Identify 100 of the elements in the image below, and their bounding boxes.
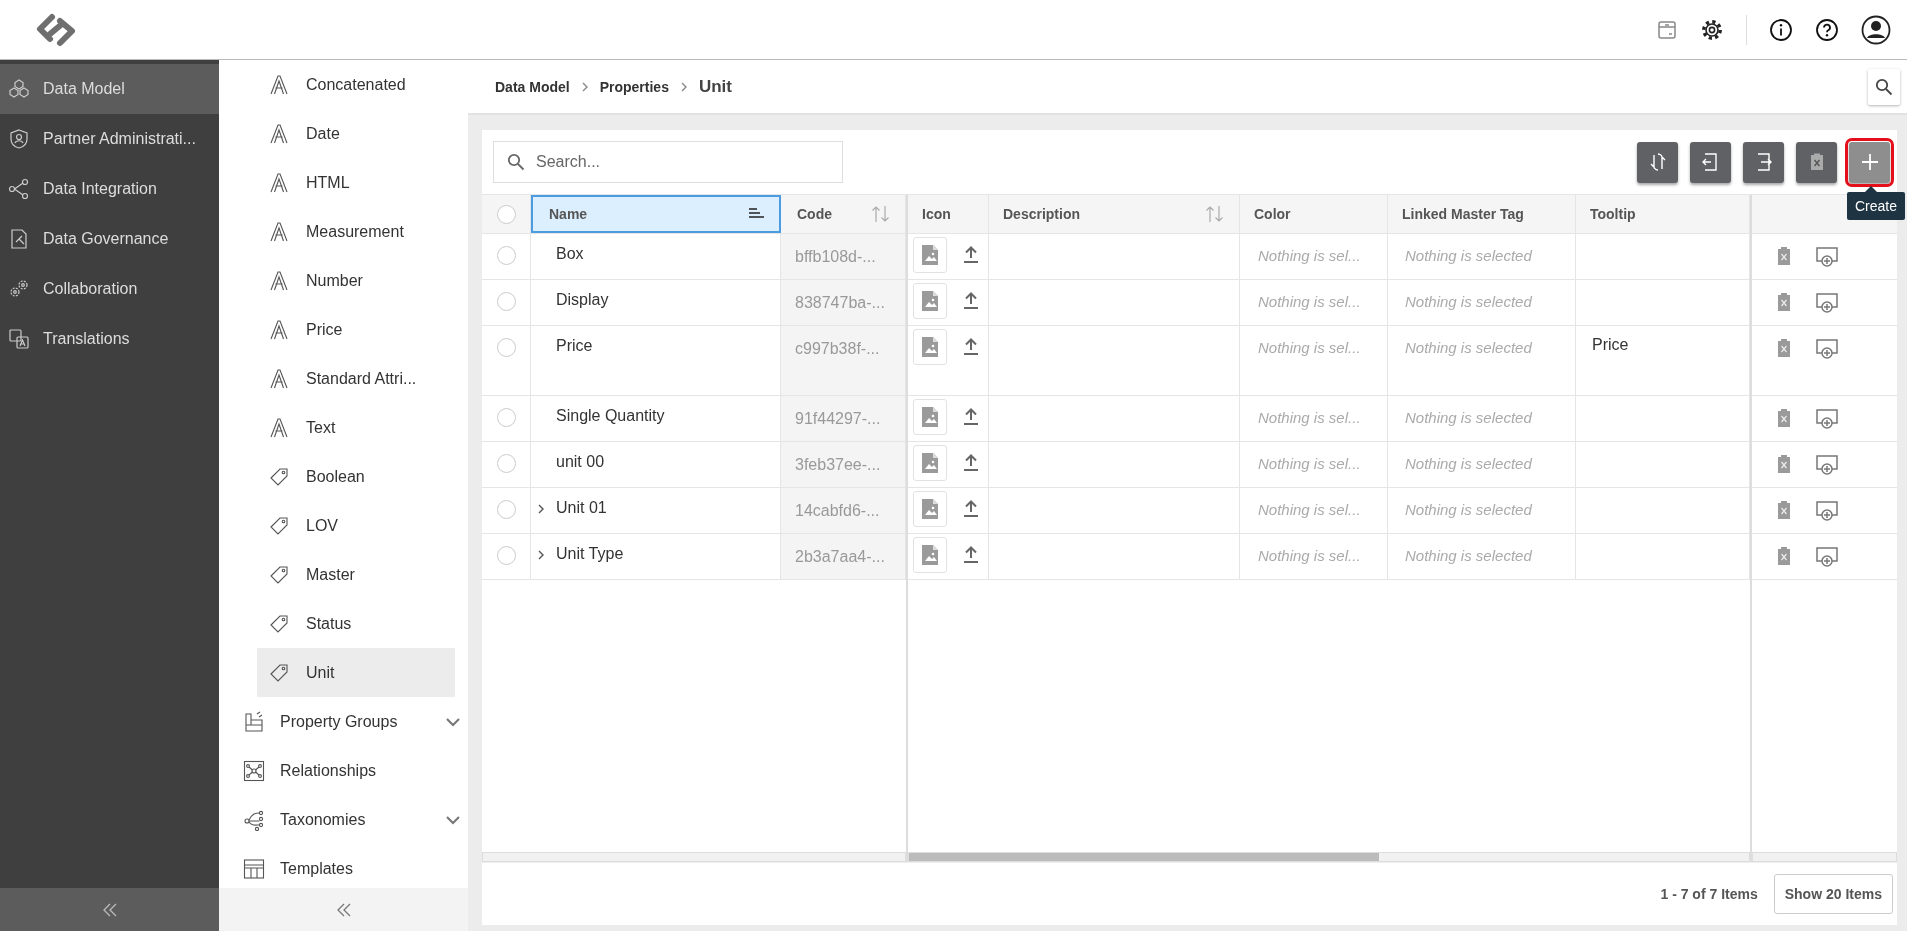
horizontal-scrollbar[interactable] [908, 852, 1750, 862]
column-header[interactable]: Icon [908, 195, 989, 233]
upload-button[interactable] [963, 291, 979, 309]
nav-item[interactable]: Data Model [0, 64, 219, 114]
delete-button[interactable] [1796, 141, 1837, 183]
letter-a-icon [268, 220, 290, 243]
upload-icon [963, 245, 979, 263]
search-field[interactable]: Search... [493, 141, 843, 183]
breadcrumb-item[interactable]: Data Model [495, 78, 570, 95]
upload-button[interactable] [963, 453, 979, 471]
logo-icon [34, 11, 78, 48]
delete-row-button[interactable] [1777, 246, 1791, 266]
table-cell: Box [556, 245, 584, 263]
clipboard-delete-icon [1777, 292, 1791, 312]
sidebar-item[interactable]: LOV [257, 501, 455, 550]
table-cell: c997b38f-... [795, 340, 880, 358]
select-all-checkbox[interactable] [496, 204, 516, 224]
delete-row-button[interactable] [1777, 454, 1791, 474]
monitor-plus-icon [1815, 408, 1839, 430]
sidebar-item[interactable]: Boolean [257, 452, 455, 501]
add-child-button[interactable] [1815, 292, 1839, 314]
table-cell: Unit 01 [556, 499, 607, 517]
upload-button[interactable] [963, 407, 979, 425]
nav-item[interactable]: Data Integration [0, 164, 219, 214]
sidebar-item[interactable]: Text [257, 403, 455, 452]
upload-button[interactable] [963, 499, 979, 517]
collapse-icon [101, 902, 118, 917]
add-child-button[interactable] [1815, 546, 1839, 568]
nav-item[interactable]: Translations [0, 314, 219, 364]
image-placeholder-button[interactable] [913, 445, 947, 481]
table-cell: Unit Type [556, 545, 624, 563]
page-size-button[interactable]: Show 20 Items [1773, 874, 1893, 914]
column-header[interactable]: Tooltip [1576, 195, 1750, 233]
sidebar-item[interactable]: Relationships [219, 746, 464, 795]
image-placeholder-button[interactable] [913, 537, 947, 573]
image-placeholder-button[interactable] [913, 491, 947, 527]
upload-button[interactable] [963, 545, 979, 563]
row-checkbox[interactable] [496, 246, 516, 265]
image-placeholder-button[interactable] [913, 237, 947, 273]
sidebar-item[interactable]: Unit [257, 648, 455, 697]
shield-icon [8, 128, 30, 150]
image-file-icon [921, 244, 939, 266]
table-cell: Display [556, 291, 609, 309]
sync-button[interactable] [1637, 141, 1678, 183]
row-checkbox[interactable] [496, 292, 516, 311]
delete-row-button[interactable] [1777, 500, 1791, 520]
clipboard-delete-icon [1777, 408, 1791, 428]
row-checkbox[interactable] [496, 454, 516, 473]
image-placeholder-button[interactable] [913, 283, 947, 319]
upload-button[interactable] [963, 337, 979, 355]
add-child-button[interactable] [1815, 246, 1839, 268]
sidebar-item[interactable]: Property Groups [219, 697, 464, 746]
table-cell: 3feb37ee-... [795, 456, 881, 474]
sidebar-item[interactable]: Date [257, 109, 455, 158]
sidebar-item[interactable]: Concatenated [257, 60, 455, 109]
nav-item[interactable]: Partner Administrati... [0, 114, 219, 164]
add-child-button[interactable] [1815, 408, 1839, 430]
delete-row-button[interactable] [1777, 408, 1791, 428]
sidebar-item[interactable]: Price [257, 305, 455, 354]
sidebar-item[interactable]: Standard Attri... [257, 354, 455, 403]
row-checkbox[interactable] [496, 546, 516, 565]
sidebar-item[interactable]: Master [257, 550, 455, 599]
delete-row-button[interactable] [1777, 292, 1791, 312]
row-checkbox[interactable] [496, 408, 516, 427]
row-checkbox[interactable] [496, 500, 516, 519]
breadcrumb-item[interactable]: Properties [599, 78, 669, 95]
delete-row-button[interactable] [1777, 338, 1791, 358]
import-button[interactable] [1690, 141, 1731, 183]
column-header[interactable]: Color [1240, 195, 1388, 233]
sidebar-item[interactable]: Measurement [257, 207, 455, 256]
search-icon [1875, 77, 1893, 96]
delete-row-button[interactable] [1777, 546, 1791, 566]
nav-item[interactable]: Collaboration [0, 264, 219, 314]
table-cell: 14cabfd6-... [795, 502, 880, 520]
column-header[interactable]: Name [531, 195, 781, 233]
clipboard-delete-icon [1777, 246, 1791, 266]
collapse-icon [335, 902, 352, 917]
export-button[interactable] [1743, 141, 1784, 183]
add-child-button[interactable] [1815, 454, 1839, 476]
sidebar-item[interactable]: Number [257, 256, 455, 305]
column-header[interactable]: Code [781, 195, 906, 233]
tag-icon [268, 514, 290, 537]
upload-button[interactable] [963, 245, 979, 263]
add-child-button[interactable] [1815, 338, 1839, 360]
search-button[interactable] [1868, 68, 1900, 105]
table-cell: 2b3a7aa4-... [795, 548, 885, 566]
image-placeholder-button[interactable] [913, 399, 947, 435]
column-header[interactable]: Linked Master Tag [1388, 195, 1576, 233]
image-placeholder-button[interactable] [913, 329, 947, 365]
sidebar-item[interactable]: HTML [257, 158, 455, 207]
sidebar-item[interactable]: Status [257, 599, 455, 648]
row-checkbox[interactable] [496, 338, 516, 357]
sidebar-item[interactable]: Templates [219, 844, 464, 888]
sidebar-item[interactable]: Taxonomies [219, 795, 464, 844]
column-header[interactable]: Description [989, 195, 1240, 233]
settings-icon [1700, 17, 1724, 42]
letter-a-icon [268, 416, 290, 439]
image-file-icon [921, 290, 939, 312]
add-child-button[interactable] [1815, 500, 1839, 522]
nav-item[interactable]: Data Governance [0, 214, 219, 264]
